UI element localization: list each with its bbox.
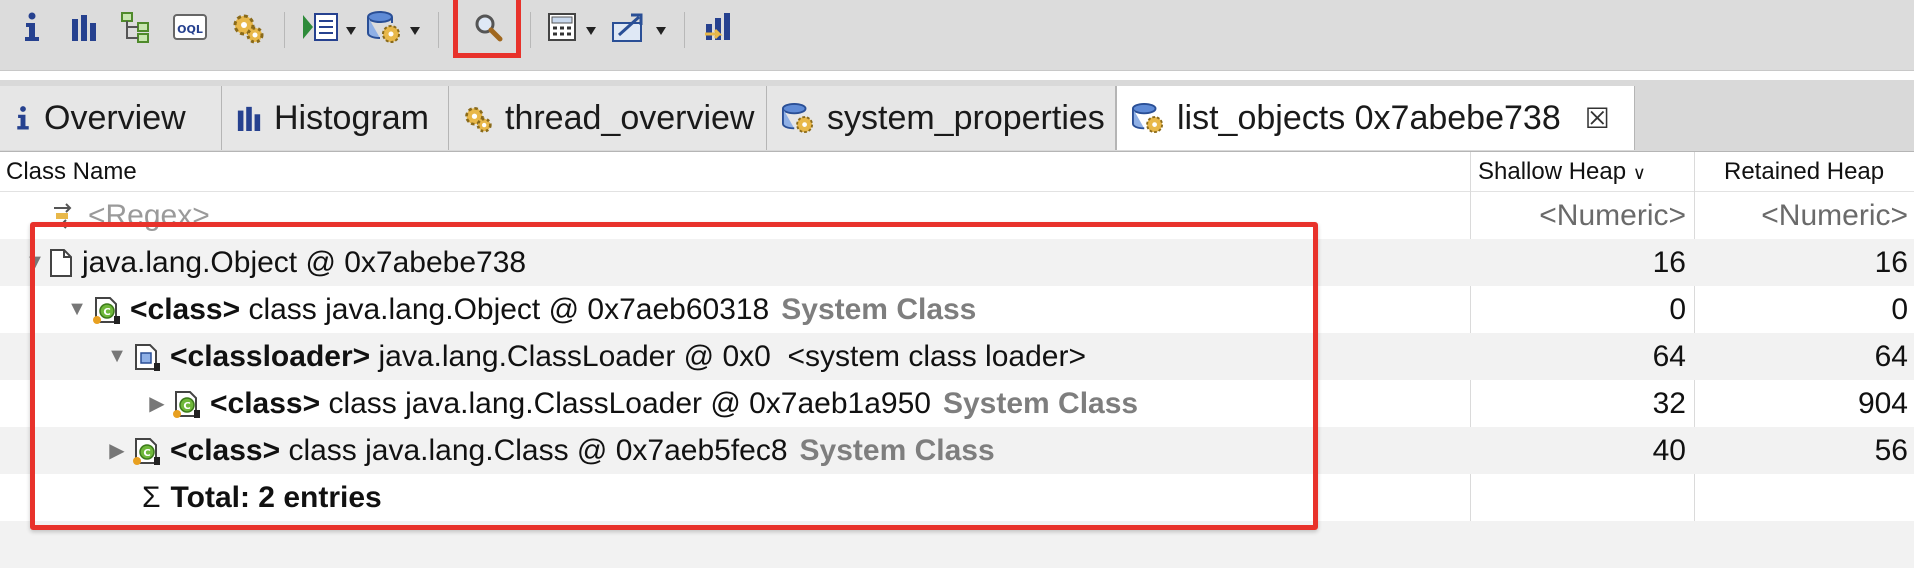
shallow-heap-cell: 64 xyxy=(1652,339,1686,373)
tab-label: system_properties xyxy=(827,98,1105,137)
close-icon[interactable]: ☒ xyxy=(1585,102,1610,135)
tab-list-objects[interactable]: list_objects 0x7abebe738 ☒ xyxy=(1116,86,1635,150)
oql-label: OQL xyxy=(177,23,203,36)
shallow-heap-cell: 32 xyxy=(1652,386,1686,420)
dominator-tree-icon[interactable] xyxy=(116,10,156,44)
heap-dump-icon[interactable] xyxy=(700,10,740,44)
thread-overview-icon xyxy=(463,103,493,133)
retained-heap-cell: 64 xyxy=(1874,339,1908,373)
histogram-icon[interactable] xyxy=(66,10,102,44)
toolbar-separator xyxy=(684,12,685,48)
info-icon xyxy=(14,103,32,133)
retained-heap-cell: 16 xyxy=(1874,245,1908,279)
column-header-retained-heap[interactable]: Retained Heap xyxy=(1724,158,1884,186)
column-header-label: Shallow Heap xyxy=(1478,158,1627,185)
table-header: Class Name Shallow Heap ∨ Retained Heap xyxy=(0,152,1914,192)
toolbar-separator xyxy=(284,12,285,48)
toolbar-separator xyxy=(438,12,439,48)
chevron-down-icon[interactable] xyxy=(656,22,666,40)
sort-descending-icon: ∨ xyxy=(1632,163,1646,183)
tab-label: list_objects 0x7abebe738 xyxy=(1177,98,1561,137)
run-report-icon[interactable] xyxy=(298,10,342,44)
thread-overview-icon[interactable] xyxy=(228,10,268,44)
toolbar: OQL xyxy=(0,0,1914,71)
tab-thread-overview[interactable]: thread_overview xyxy=(449,86,767,150)
tab-system-properties[interactable]: system_properties xyxy=(767,86,1116,150)
tab-label: thread_overview xyxy=(505,98,755,137)
retained-heap-cell: 0 xyxy=(1891,292,1908,326)
tree-highlight-box xyxy=(30,222,1318,530)
column-header-shallow-heap[interactable]: Shallow Heap ∨ xyxy=(1478,158,1646,186)
shallow-heap-filter[interactable]: <Numeric> xyxy=(1470,192,1686,239)
shallow-heap-cell: 40 xyxy=(1652,433,1686,467)
chevron-down-icon[interactable] xyxy=(586,22,596,40)
query-browser-icon xyxy=(1131,102,1165,134)
tab-overview[interactable]: Overview xyxy=(0,86,222,150)
editor-tab-bar: Overview Histogram thread_overview syste… xyxy=(0,80,1914,152)
shallow-heap-cell: 16 xyxy=(1652,245,1686,279)
oql-icon[interactable]: OQL xyxy=(170,10,210,44)
calculator-icon[interactable] xyxy=(542,10,582,44)
chevron-down-icon[interactable] xyxy=(410,22,420,40)
toolbar-separator xyxy=(530,12,531,48)
query-browser-icon xyxy=(781,102,815,134)
retained-heap-filter[interactable]: <Numeric> xyxy=(1694,192,1908,239)
retained-heap-cell: 56 xyxy=(1874,433,1908,467)
search-highlight-box xyxy=(453,0,521,58)
tab-label: Overview xyxy=(44,98,186,137)
info-icon[interactable] xyxy=(14,10,50,44)
histogram-icon xyxy=(236,105,262,131)
chevron-down-icon[interactable] xyxy=(346,22,356,40)
column-header-class-name[interactable]: Class Name xyxy=(6,158,137,186)
export-icon[interactable] xyxy=(608,10,652,44)
retained-heap-cell: 904 xyxy=(1857,386,1908,420)
tab-label: Histogram xyxy=(274,98,429,137)
tab-histogram[interactable]: Histogram xyxy=(222,86,449,150)
shallow-heap-cell: 0 xyxy=(1669,292,1686,326)
query-browser-icon[interactable] xyxy=(362,10,406,44)
